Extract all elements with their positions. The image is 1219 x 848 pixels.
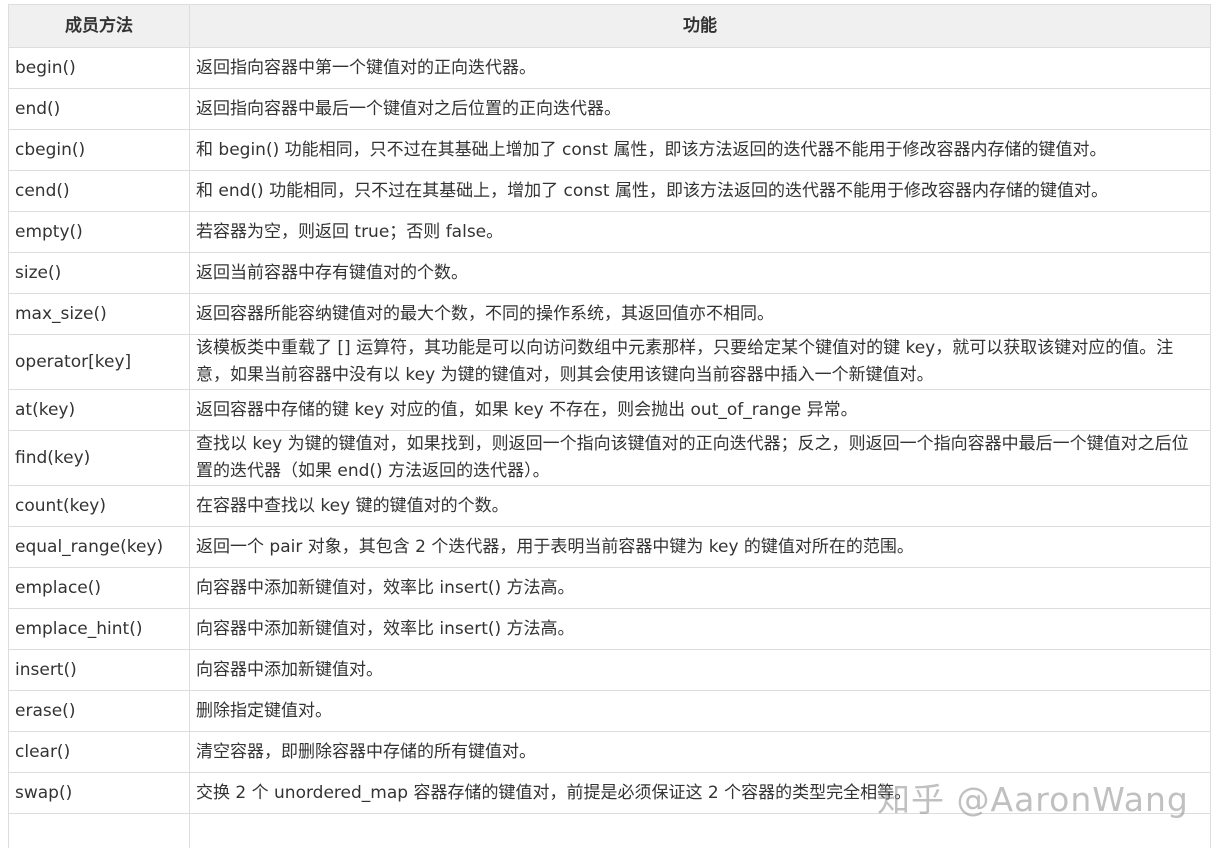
table-row: emplace() 向容器中添加新键值对，效率比 insert() 方法高。 [8, 567, 1211, 609]
description-cell: 和 begin() 功能相同，只不过在其基础上增加了 const 属性，即该方法… [189, 129, 1211, 171]
methods-table: 成员方法 功能 begin() 返回指向容器中第一个键值对的正向迭代器。 end… [8, 4, 1211, 848]
table-row: insert() 向容器中添加新键值对。 [8, 649, 1211, 691]
description-cell: 返回当前容器中存有键值对的个数。 [189, 252, 1211, 294]
table-row: begin() 返回指向容器中第一个键值对的正向迭代器。 [8, 47, 1211, 89]
table-row [8, 813, 1211, 848]
method-cell: clear() [8, 731, 190, 773]
table-row: clear() 清空容器，即删除容器中存储的所有键值对。 [8, 731, 1211, 773]
method-cell: insert() [8, 649, 190, 691]
description-cell [189, 813, 1211, 848]
method-cell: begin() [8, 47, 190, 89]
table-row: count(key) 在容器中查找以 key 键的键值对的个数。 [8, 485, 1211, 527]
table-row: find(key) 查找以 key 为键的键值对，如果找到，则返回一个指向该键值… [8, 430, 1211, 486]
method-cell: count(key) [8, 485, 190, 527]
method-cell: cbegin() [8, 129, 190, 171]
description-cell: 删除指定键值对。 [189, 690, 1211, 732]
description-cell: 返回容器所能容纳键值对的最大个数，不同的操作系统，其返回值亦不相同。 [189, 293, 1211, 335]
table-row: size() 返回当前容器中存有键值对的个数。 [8, 252, 1211, 294]
table-row: cbegin() 和 begin() 功能相同，只不过在其基础上增加了 cons… [8, 129, 1211, 171]
page: 成员方法 功能 begin() 返回指向容器中第一个键值对的正向迭代器。 end… [0, 0, 1219, 848]
method-cell: at(key) [8, 389, 190, 431]
table-row: equal_range(key) 返回一个 pair 对象，其包含 2 个迭代器… [8, 526, 1211, 568]
table-row: end() 返回指向容器中最后一个键值对之后位置的正向迭代器。 [8, 88, 1211, 130]
method-cell: erase() [8, 690, 190, 732]
description-cell: 返回容器中存储的键 key 对应的值，如果 key 不存在，则会抛出 out_o… [189, 389, 1211, 431]
table-row: emplace_hint() 向容器中添加新键值对，效率比 insert() 方… [8, 608, 1211, 650]
description-cell: 若容器为空，则返回 true；否则 false。 [189, 211, 1211, 253]
method-cell: size() [8, 252, 190, 294]
method-cell: max_size() [8, 293, 190, 335]
method-cell: swap() [8, 772, 190, 814]
header-row: 成员方法 功能 [8, 4, 1211, 48]
description-cell: 返回一个 pair 对象，其包含 2 个迭代器，用于表明当前容器中键为 key … [189, 526, 1211, 568]
description-cell: 和 end() 功能相同，只不过在其基础上，增加了 const 属性，即该方法返… [189, 170, 1211, 212]
description-cell: 向容器中添加新键值对，效率比 insert() 方法高。 [189, 608, 1211, 650]
table-row: cend() 和 end() 功能相同，只不过在其基础上，增加了 const 属… [8, 170, 1211, 212]
method-cell: equal_range(key) [8, 526, 190, 568]
method-cell: emplace_hint() [8, 608, 190, 650]
description-cell: 返回指向容器中最后一个键值对之后位置的正向迭代器。 [189, 88, 1211, 130]
description-cell: 返回指向容器中第一个键值对的正向迭代器。 [189, 47, 1211, 89]
description-cell: 该模板类中重载了 [] 运算符，其功能是可以向访问数组中元素那样，只要给定某个键… [189, 334, 1211, 390]
table-row: erase() 删除指定键值对。 [8, 690, 1211, 732]
method-cell: cend() [8, 170, 190, 212]
header-function: 功能 [189, 4, 1211, 48]
description-cell: 查找以 key 为键的键值对，如果找到，则返回一个指向该键值对的正向迭代器；反之… [189, 430, 1211, 486]
table-row: at(key) 返回容器中存储的键 key 对应的值，如果 key 不存在，则会… [8, 389, 1211, 431]
table-row: max_size() 返回容器所能容纳键值对的最大个数，不同的操作系统，其返回值… [8, 293, 1211, 335]
description-cell: 清空容器，即删除容器中存储的所有键值对。 [189, 731, 1211, 773]
method-cell: empty() [8, 211, 190, 253]
table-row: swap() 交换 2 个 unordered_map 容器存储的键值对，前提是… [8, 772, 1211, 814]
method-cell: emplace() [8, 567, 190, 609]
method-cell [8, 813, 190, 848]
description-cell: 在容器中查找以 key 键的键值对的个数。 [189, 485, 1211, 527]
description-cell: 向容器中添加新键值对，效率比 insert() 方法高。 [189, 567, 1211, 609]
description-cell: 交换 2 个 unordered_map 容器存储的键值对，前提是必须保证这 2… [189, 772, 1211, 814]
method-cell: find(key) [8, 430, 190, 486]
table-row: operator[key] 该模板类中重载了 [] 运算符，其功能是可以向访问数… [8, 334, 1211, 390]
header-method: 成员方法 [8, 4, 190, 48]
table-row: empty() 若容器为空，则返回 true；否则 false。 [8, 211, 1211, 253]
description-cell: 向容器中添加新键值对。 [189, 649, 1211, 691]
method-cell: operator[key] [8, 334, 190, 390]
method-cell: end() [8, 88, 190, 130]
